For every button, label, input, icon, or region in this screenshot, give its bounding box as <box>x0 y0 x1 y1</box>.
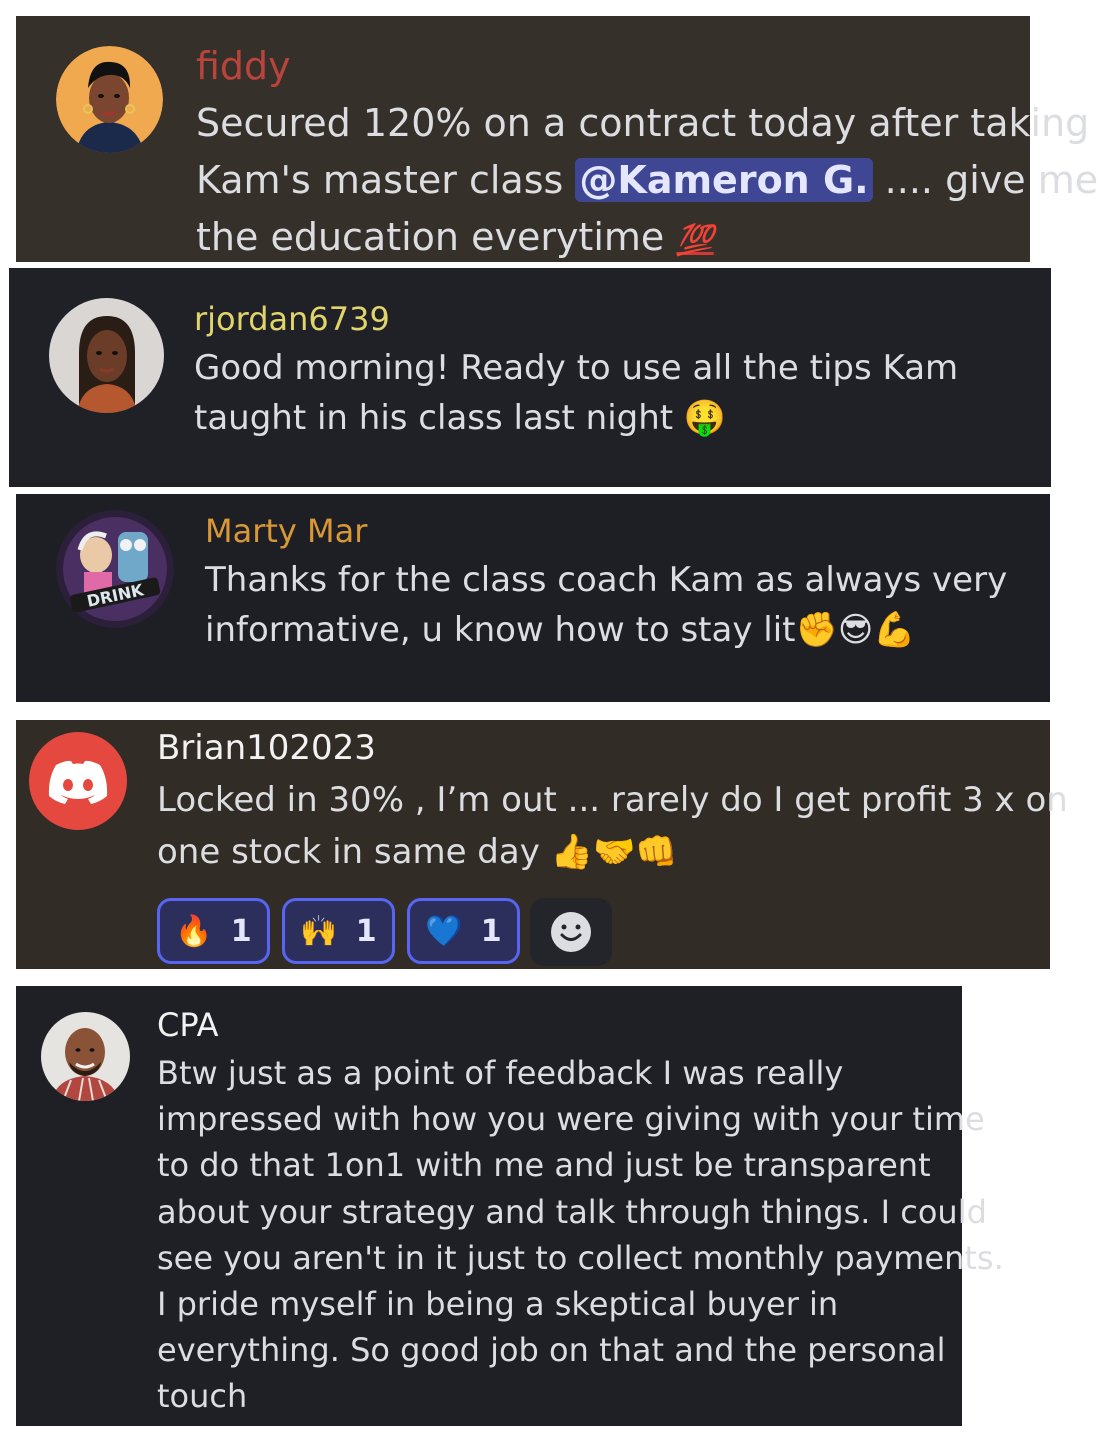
message-text: Thanks for the class coach Kam as always… <box>205 556 1007 656</box>
reaction-raised-hands[interactable]: 🙌 1 <box>282 898 395 964</box>
message-card-marty-mar: DRINK Marty Mar Thanks for the class coa… <box>16 494 1050 702</box>
message-line-text: the education everytime <box>196 215 677 259</box>
message-line: impressed with how you were giving with … <box>157 1100 985 1139</box>
reaction-blue-heart[interactable]: 💙 1 <box>407 898 520 964</box>
message-line: taught in his class last night 🤑 <box>194 398 727 438</box>
message-line: Kam's master class @Kameron G. .... give… <box>196 155 1098 212</box>
message-line: Good morning! Ready to use all the tips … <box>194 348 959 388</box>
message-line: I pride myself in being a skeptical buye… <box>157 1284 839 1323</box>
message-line: Btw just as a point of feedback I was re… <box>157 1054 844 1092</box>
woman-photo-avatar-icon[interactable] <box>49 298 164 413</box>
message-line: the education everytime 💯 <box>196 212 1098 269</box>
man-photo-avatar-icon[interactable] <box>41 1012 130 1101</box>
username[interactable]: fiddy <box>196 44 291 88</box>
user-mention[interactable]: @Kameron G. <box>575 158 873 202</box>
blue-heart-icon: 💙 <box>425 913 463 949</box>
reaction-fire[interactable]: 🔥 1 <box>157 898 270 964</box>
message-line: everything. So good job on that and the … <box>157 1331 946 1370</box>
message-line-end: .... give me <box>872 158 1099 202</box>
message-line: about your strategy and talk through thi… <box>157 1192 987 1231</box>
username[interactable]: CPA <box>157 1006 218 1044</box>
message-card-fiddy: fiddy Secured 120% on a contract today a… <box>16 16 1098 262</box>
message-line: Locked in 30% , I’m out ... rarely do I … <box>157 780 1068 820</box>
raised-hands-icon: 🙌 <box>300 913 338 949</box>
message-line: to do that 1on1 with me and just be tran… <box>157 1146 931 1185</box>
reaction-count: 1 <box>355 913 377 949</box>
username[interactable]: Brian102023 <box>157 728 376 768</box>
username[interactable]: rjordan6739 <box>194 300 390 338</box>
message-card-rjordan6739: rjordan6739 Good morning! Ready to use a… <box>9 268 1051 487</box>
message-line: one stock in same day 👍🤝👊 <box>157 832 678 872</box>
message-line-start: Kam's master class <box>196 158 576 202</box>
hundred-points-icon: 💯 <box>676 223 714 258</box>
message-card-cpa: CPA Btw just as a point of feedback I wa… <box>16 986 1004 1426</box>
message-line: touch <box>157 1377 248 1416</box>
discord-logo-icon[interactable] <box>29 732 127 830</box>
message-text: Good morning! Ready to use all the tips … <box>194 344 958 444</box>
message-line: Secured 120% on a contract today after t… <box>196 101 1090 145</box>
message-line: informative, u know how to stay lit✊😎💪 <box>205 610 916 650</box>
message-card-brian102023: Brian102023 Locked in 30% , I’m out ... … <box>16 720 1068 969</box>
message-text: Btw just as a point of feedback I was re… <box>157 1050 1004 1420</box>
smiley-add-reaction-icon <box>551 912 591 952</box>
fire-icon: 🔥 <box>175 913 213 949</box>
username[interactable]: Marty Mar <box>205 512 367 550</box>
woman-avatar-icon[interactable] <box>56 46 163 153</box>
message-line: Thanks for the class coach Kam as always… <box>205 560 1008 600</box>
reaction-count: 1 <box>480 913 502 949</box>
message-text: Secured 120% on a contract today after t… <box>196 98 1098 269</box>
reaction-count: 1 <box>230 913 252 949</box>
add-reaction-button[interactable] <box>530 898 612 966</box>
message-text: Locked in 30% , I’m out ... rarely do I … <box>157 776 1068 880</box>
cartoon-drink-avatar-icon[interactable]: DRINK <box>56 510 174 628</box>
message-line: see you aren't in it just to collect mon… <box>157 1238 1004 1277</box>
